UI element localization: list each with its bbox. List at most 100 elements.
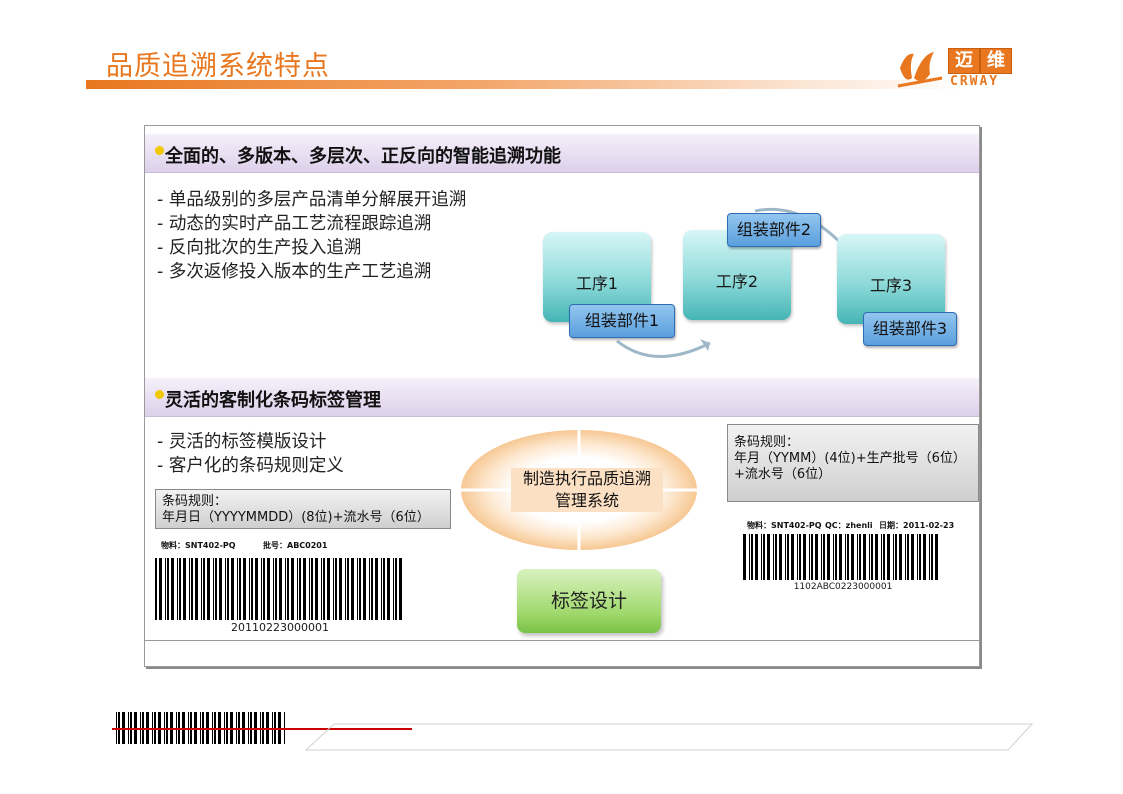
- barcode-bar: [191, 558, 193, 620]
- barcode-bar: [203, 558, 205, 620]
- page-title: 品质追溯系统特点: [106, 51, 330, 82]
- barcode-left: [155, 558, 405, 620]
- barcode-bar: [839, 534, 842, 580]
- barcode-bar: [833, 534, 834, 580]
- label-material: 物料：SNT402-PQ: [161, 541, 236, 550]
- barcode-bar: [287, 558, 289, 620]
- barcode-bar: [363, 558, 366, 620]
- barcode-bar: [291, 558, 294, 620]
- barcode-bar: [321, 558, 322, 620]
- barcode-bar: [195, 558, 198, 620]
- barcode-bar: [857, 534, 858, 580]
- barcode-bar: [239, 558, 241, 620]
- section1-bullet-list: - 单品级别的多层产品清单分解展开追溯 - 动态的实时产品工艺流程跟踪追溯 - …: [157, 188, 557, 284]
- barcode-bar: [243, 558, 246, 620]
- barcode-bar: [881, 534, 882, 580]
- rule-text: +流水号（6位）: [734, 467, 832, 482]
- barcode-bar: [251, 558, 253, 620]
- barcode-bar: [357, 558, 358, 620]
- barcode-right: [743, 534, 943, 580]
- barcode-bar: [351, 558, 354, 620]
- barcode-bar: [383, 558, 385, 620]
- section2-header: 灵活的客制化条码标签管理: [145, 378, 979, 417]
- barcode-bar: [215, 558, 217, 620]
- part-box-3: 组装部件3: [863, 312, 957, 346]
- barcode-bar: [333, 558, 334, 620]
- bullet-item: - 客户化的条码规则定义: [157, 456, 344, 476]
- barcode-bar: [787, 534, 789, 580]
- bullet-item: - 多次返修投入版本的生产工艺追溯: [157, 262, 432, 282]
- barcode-bar: [285, 558, 286, 620]
- barcode-bar: [935, 534, 938, 580]
- barcode-bar: [369, 558, 370, 620]
- barcode-bar: [273, 558, 274, 620]
- barcode-bar: [201, 558, 202, 620]
- barcode-bar: [815, 534, 818, 580]
- barcode-bar: [871, 534, 873, 580]
- barcode-bar: [917, 534, 918, 580]
- barcode-bar: [279, 558, 282, 620]
- barcode-bar: [263, 558, 265, 620]
- bullet-item: - 反向批次的生产投入追溯: [157, 238, 362, 258]
- barcode-bar: [779, 534, 782, 580]
- barcode-bar: [803, 534, 806, 580]
- barcode-bar: [323, 558, 325, 620]
- barcode-bar: [189, 558, 190, 620]
- title-underline-bar: [86, 80, 966, 89]
- barcode-bar: [755, 534, 758, 580]
- label-design-button[interactable]: 标签设计: [517, 569, 661, 633]
- rule-title: 条码规则：: [734, 435, 800, 450]
- barcode-bar: [177, 558, 178, 620]
- process-label: 工序3: [869, 276, 913, 295]
- barcode-bar: [327, 558, 330, 620]
- barcode-bar: [887, 534, 890, 580]
- barcode-bar: [823, 534, 825, 580]
- rule-title: 条码规则：: [162, 494, 228, 509]
- barcode-bar: [225, 558, 226, 620]
- barcode-bar: [393, 558, 394, 620]
- arrow-head-icon: [700, 339, 710, 351]
- barcode-bar: [299, 558, 301, 620]
- barcode-bar: [923, 534, 926, 580]
- barcode-bar: [763, 534, 765, 580]
- barcode-bar: [893, 534, 894, 580]
- part-box-2: 组装部件2: [727, 213, 821, 247]
- barcode-bar: [883, 534, 885, 580]
- barcode-bar: [761, 534, 762, 580]
- barcode-bar: [869, 534, 870, 580]
- barcode-bar: [155, 558, 157, 620]
- label-material: 物料：SNT402-PQ: [747, 521, 822, 530]
- barcode-bar: [835, 534, 837, 580]
- bullet-item: - 单品级别的多层产品清单分解展开追溯: [157, 190, 467, 210]
- barcode-bar: [749, 534, 750, 580]
- barcode-number-left: 20110223000001: [231, 621, 329, 634]
- barcode-bar: [179, 558, 181, 620]
- system-label-line1: 制造执行品质追溯: [522, 469, 651, 488]
- part-box-1: 组装部件1: [569, 304, 675, 338]
- barcode-bar: [911, 534, 914, 580]
- barcode-rule-left: 条码规则： 年月日（YYYYMMDD）(8位)+流水号（6位）: [155, 489, 451, 529]
- barcode-bar: [309, 558, 310, 620]
- barcode-bar: [207, 558, 210, 620]
- process-label: 工序1: [575, 274, 619, 293]
- barcode-bar: [311, 558, 313, 620]
- panel-divider: [145, 640, 979, 641]
- barcode-bar: [371, 558, 373, 620]
- barcode-bar: [231, 558, 234, 620]
- barcode-bar: [315, 558, 318, 620]
- barcode-bar: [387, 558, 390, 620]
- barcode-bar: [249, 558, 250, 620]
- barcode-bar: [875, 534, 878, 580]
- bullet-dot-icon: [155, 390, 164, 399]
- barcode-bar: [809, 534, 810, 580]
- barcode-bar: [845, 534, 846, 580]
- barcode-bar: [827, 534, 830, 580]
- barcode-bar: [399, 558, 402, 620]
- label-batch: 批号：ABC0201: [263, 541, 328, 550]
- label-date: 日期：2011-02-23: [879, 521, 955, 530]
- barcode-bar: [899, 534, 902, 580]
- barcode-bar: [255, 558, 258, 620]
- barcode-bar: [751, 534, 753, 580]
- logo-wordmark: CRWAY: [950, 74, 1000, 89]
- barcode-bar: [171, 558, 174, 620]
